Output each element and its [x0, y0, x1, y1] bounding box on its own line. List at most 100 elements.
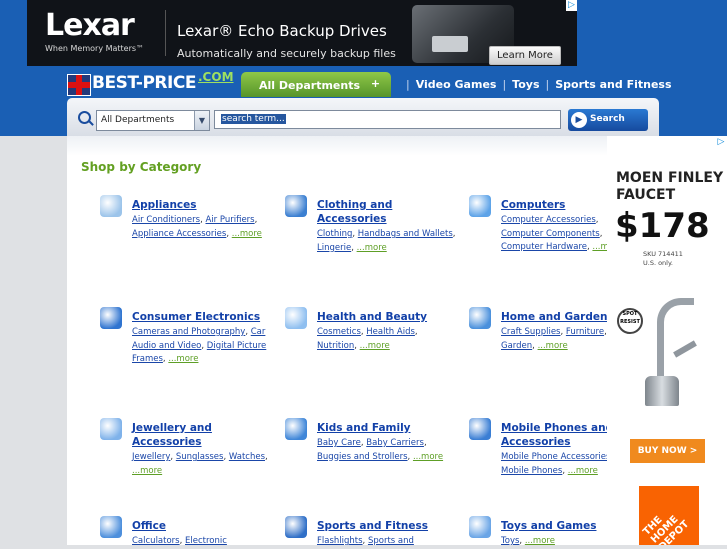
- subcategory-link[interactable]: Mobile Phones: [501, 466, 562, 476]
- more-link[interactable]: ...more: [132, 466, 162, 476]
- category-title-link[interactable]: Office: [132, 519, 272, 533]
- logo-text: BEST-PRICE: [92, 73, 196, 93]
- subcategory-link[interactable]: Mobile Phone Accessories: [501, 452, 610, 462]
- more-link[interactable]: ...more: [538, 341, 568, 351]
- more-link[interactable]: ...more: [357, 243, 387, 253]
- ad-availability: U.S. only.: [643, 259, 673, 267]
- ad-headline: Lexar® Echo Backup Drives: [177, 22, 387, 40]
- shop-by-category-heading: Shop by Category: [81, 160, 202, 174]
- subcategory-link[interactable]: Nutrition: [317, 341, 354, 351]
- category-title-link[interactable]: Jewellery and Accessories: [132, 421, 272, 449]
- subcategory-links: Jewellery, Sunglasses, Watches, ...more: [132, 452, 268, 476]
- category-icon: [100, 195, 122, 217]
- category-icon: [469, 418, 491, 440]
- subcategory-link[interactable]: Buggies and Strollers: [317, 452, 408, 462]
- lexar-banner-ad[interactable]: Lexar When Memory Matters™ Lexar® Echo B…: [27, 0, 577, 66]
- category-title-link[interactable]: Consumer Electronics: [132, 310, 272, 324]
- more-link[interactable]: ...more: [568, 466, 598, 476]
- home-depot-logo: THE HOME DEPOT: [639, 486, 699, 545]
- subcategory-link[interactable]: Sunglasses: [176, 452, 224, 462]
- faucet-image: [643, 288, 701, 410]
- category-icon: [469, 307, 491, 329]
- ad-subline: Automatically and securely backup files: [177, 47, 396, 60]
- ad-product-title: MOEN FINLEY FAUCET: [616, 170, 724, 203]
- nav-video-games[interactable]: Video Games: [416, 78, 497, 91]
- ad-sku: SKU 714411 U.S. only.: [643, 250, 683, 268]
- more-link[interactable]: ...more: [168, 354, 198, 364]
- subcategory-links: Baby Care, Baby Carriers, Buggies and St…: [317, 438, 444, 462]
- learn-more-button[interactable]: Learn More: [489, 46, 561, 65]
- more-link[interactable]: ...more: [413, 452, 443, 462]
- subcategory-link[interactable]: Computer Components: [501, 229, 600, 239]
- category-icon: [285, 307, 307, 329]
- category-title-link[interactable]: Appliances: [132, 198, 272, 212]
- ad-sku-line: SKU 714411: [643, 250, 683, 258]
- chevron-down-icon[interactable]: ▼: [194, 111, 209, 130]
- subcategory-links: Cosmetics, Health Aids, Nutrition, ...mo…: [317, 327, 418, 351]
- search-bar: All Departments ▼ search term... ▶ Searc…: [67, 98, 659, 136]
- home-depot-logo-text: THE HOME DEPOT: [641, 513, 692, 545]
- lexar-logo: Lexar: [45, 8, 135, 43]
- adchoices-icon[interactable]: ▷: [566, 0, 577, 11]
- nav-separator: |: [406, 78, 410, 91]
- category-title-link[interactable]: Kids and Family: [317, 421, 457, 435]
- category-icon: [100, 516, 122, 538]
- buy-now-button[interactable]: BUY NOW >: [630, 439, 705, 463]
- category-icon: [285, 195, 307, 217]
- subcategory-link[interactable]: Computer Accessories: [501, 215, 596, 225]
- subcategory-link[interactable]: Garden: [501, 341, 532, 351]
- category-icon: [100, 307, 122, 329]
- subcategory-link[interactable]: Handbags and Wallets: [358, 229, 453, 239]
- more-link[interactable]: ...more: [360, 341, 390, 351]
- subcategory-link[interactable]: Air Conditioners: [132, 215, 200, 225]
- subcategory-links: Cameras and Photography, Car Audio and V…: [132, 327, 267, 364]
- subcategory-link[interactable]: Jewellery: [132, 452, 170, 462]
- category-icon: [469, 195, 491, 217]
- department-select-value: All Departments: [101, 115, 175, 125]
- nav-toys[interactable]: Toys: [512, 78, 539, 91]
- category-title-link[interactable]: Sports and Fitness: [317, 519, 457, 533]
- content-top-strip: [67, 136, 607, 156]
- subcategory-link[interactable]: Air Purifiers: [206, 215, 255, 225]
- top-navigation: | Video Games | Toys | Sports and Fitness: [400, 78, 672, 91]
- more-link[interactable]: ...more: [232, 229, 262, 239]
- subcategory-link[interactable]: Appliance Accessories: [132, 229, 226, 239]
- subcategory-link[interactable]: Clothing: [317, 229, 352, 239]
- subcategory-link[interactable]: Health Aids: [366, 327, 415, 337]
- home-depot-ad[interactable]: ▷ MOEN FINLEY FAUCET $178 SKU 714411 U.S.…: [607, 136, 727, 545]
- arrow-right-icon: ▶: [571, 112, 587, 128]
- subcategory-link[interactable]: Craft Supplies: [501, 327, 560, 337]
- logo-dotcom: .COM: [198, 70, 234, 84]
- subcategory-link[interactable]: Computer Hardware: [501, 242, 587, 252]
- all-departments-tab[interactable]: All Departments +: [241, 72, 391, 97]
- subcategory-link[interactable]: Lingerie: [317, 243, 351, 253]
- subcategory-links: Flashlights, Sports and: [317, 536, 414, 546]
- search-button-label: Search: [590, 114, 625, 124]
- search-input[interactable]: search term...: [214, 110, 561, 129]
- nav-separator: |: [502, 78, 507, 91]
- plus-icon: +: [370, 77, 381, 90]
- subcategory-link[interactable]: Baby Carriers: [366, 438, 424, 448]
- nav-separator: |: [545, 78, 550, 91]
- subcategory-link[interactable]: Baby Care: [317, 438, 361, 448]
- category-icon: [285, 418, 307, 440]
- department-select[interactable]: All Departments ▼: [96, 110, 210, 131]
- category-title-link[interactable]: Health and Beauty: [317, 310, 457, 324]
- subcategory-link[interactable]: Cosmetics: [317, 327, 361, 337]
- subcategory-link[interactable]: Furniture: [566, 327, 604, 337]
- site-logo[interactable]: BEST-PRICE: [68, 73, 196, 93]
- category-icon: [469, 516, 491, 538]
- subcategory-links: Air Conditioners, Air Purifiers, Applian…: [132, 215, 262, 239]
- category-icon: [100, 418, 122, 440]
- nav-sports-and-fitness[interactable]: Sports and Fitness: [555, 78, 671, 91]
- adchoices-icon[interactable]: ▷: [715, 136, 727, 149]
- category-title-link[interactable]: Clothing and Accessories: [317, 198, 457, 226]
- subcategory-link[interactable]: Watches: [229, 452, 265, 462]
- subcategory-link[interactable]: Cameras and Photography: [132, 327, 245, 337]
- subcategory-links: Clothing, Handbags and Wallets, Lingerie…: [317, 229, 456, 253]
- faucet-base: [645, 376, 679, 406]
- search-placeholder: search term...: [221, 114, 286, 124]
- faucet-spout: [657, 298, 694, 385]
- ad-divider: [165, 10, 166, 56]
- search-button[interactable]: ▶ Search: [568, 109, 648, 131]
